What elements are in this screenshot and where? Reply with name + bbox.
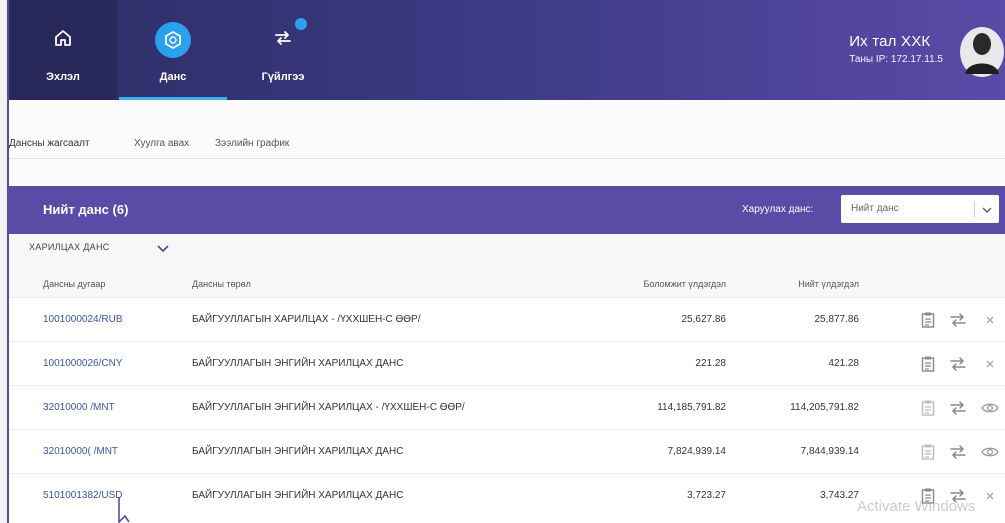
account-type: БАЙГУУЛЛАГЫН ХАРИЛЦАХ - /ҮХХШЕН-С ӨӨР/: [192, 314, 421, 325]
account-filter-value: Нийт данс: [851, 203, 899, 214]
table-row: 32010000( /MNT БАЙГУУЛЛАГЫН ЭНГИЙН ХАРИЛ…: [9, 429, 1005, 474]
top-navigation-bar: Эхлэл Данс Гүйлгээ Их тал ХХК Таны IP: 1…: [9, 0, 1005, 100]
total-balance: 421.28: [828, 358, 859, 369]
total-balance: 114,205,791.82: [790, 402, 859, 413]
total-balance: 7,844,939.14: [800, 446, 859, 457]
close-icon[interactable]: [981, 310, 999, 330]
home-icon: [49, 24, 77, 52]
transfer-icon[interactable]: [949, 354, 967, 374]
transfer-icon[interactable]: [949, 398, 967, 418]
statement-icon[interactable]: [919, 442, 937, 462]
account-number-link[interactable]: 32010000( /MNT: [43, 446, 118, 457]
account-filter-label: Харуулах данс:: [742, 204, 814, 215]
total-balance: 25,877.86: [814, 314, 860, 325]
statement-icon[interactable]: [919, 398, 937, 418]
panel-header: Нийт данс (6) Харуулах данс: Нийт данс: [9, 186, 1005, 234]
account-group-toggle[interactable]: ХАРИЛЦАХ ДАНС: [9, 234, 1005, 259]
table-row: 1001000026/CNY БАЙГУУЛЛАГЫН ЭНГИЙН ХАРИЛ…: [9, 341, 1005, 386]
tab-account-list[interactable]: Дансны жагсаалт: [9, 138, 90, 149]
column-total-balance: Нийт үлдэгдэл: [798, 279, 859, 289]
available-balance: 7,824,939.14: [667, 446, 726, 457]
account-number-link[interactable]: 1001000024/RUB: [43, 314, 123, 325]
table-row: 32010000 /MNT БАЙГУУЛЛАГЫН ЭНГИЙН ХАРИЛЦ…: [9, 385, 1005, 430]
transfer-icon: [269, 24, 297, 52]
nav-home-label: Эхлэл: [46, 71, 80, 83]
available-balance: 3,723.27: [687, 490, 726, 501]
tab-statement[interactable]: Хуулга авах: [134, 138, 189, 149]
group-label: ХАРИЛЦАХ ДАНС: [29, 242, 110, 252]
close-icon[interactable]: [981, 354, 999, 374]
account-type: БАЙГУУЛЛАГЫН ЭНГИЙН ХАРИЛЦАХ ДАНС: [192, 490, 404, 501]
mouse-cursor-icon: [118, 497, 130, 523]
transfer-icon[interactable]: [949, 310, 967, 330]
account-type: БАЙГУУЛЛАГЫН ЭНГИЙН ХАРИЛЦАХ - /ҮХХШЕН-С…: [192, 402, 465, 413]
table-header: Дансны дугаар Дансны төрөл Боломжит үлдэ…: [9, 259, 1005, 297]
statement-icon[interactable]: [919, 354, 937, 374]
available-balance: 114,185,791.82: [657, 402, 726, 413]
nav-transfer[interactable]: Гүйлгээ: [229, 0, 337, 100]
accounts-panel: Нийт данс (6) Харуулах данс: Нийт данс Х…: [9, 186, 1005, 523]
statement-icon[interactable]: [919, 310, 937, 330]
column-account-number: Дансны дугаар: [43, 279, 106, 289]
chevron-down-icon: [157, 241, 169, 253]
tab-loan-schedule[interactable]: Зээлийн график: [215, 138, 289, 149]
nav-home[interactable]: Эхлэл: [9, 0, 117, 100]
account-filter-select[interactable]: Нийт данс: [841, 195, 999, 223]
table-row: 5101001382/USD БАЙГУУЛЛАГЫН ЭНГИЙН ХАРИЛ…: [9, 473, 1005, 518]
os-activation-watermark: Activate Windows: [857, 498, 976, 515]
nav-transfer-label: Гүйлгээ: [261, 71, 305, 83]
nav-account[interactable]: Данс: [119, 0, 227, 100]
column-account-type: Дансны төрөл: [192, 279, 251, 289]
company-name: Их тал ХХК: [849, 33, 931, 50]
sub-tabs: Дансны жагсаалт Хуулга авах Зээлийн граф…: [9, 128, 1005, 159]
select-separator: [974, 201, 975, 217]
avatar[interactable]: [957, 22, 1005, 78]
column-available-balance: Боломжит үлдэгдэл: [643, 279, 726, 289]
active-tab-indicator: [119, 97, 227, 100]
account-number-link[interactable]: 32010000 /MNT: [43, 402, 115, 413]
eye-icon[interactable]: [981, 442, 999, 462]
account-number-link[interactable]: 1001000026/CNY: [43, 358, 123, 369]
account-icon: [155, 22, 191, 58]
available-balance: 25,627.86: [681, 314, 727, 325]
eye-icon[interactable]: [981, 398, 999, 418]
transfer-icon[interactable]: [949, 442, 967, 462]
ip-address: Таны IP: 172.17.11.5: [849, 54, 943, 65]
company-info: Их тал ХХК Таны IP: 172.17.11.5: [849, 33, 943, 65]
account-number-link[interactable]: 5101001382/USD: [43, 490, 123, 501]
panel-title: Нийт данс (6): [43, 202, 129, 217]
chevron-down-icon: [981, 203, 993, 215]
total-balance: 3,743.27: [820, 490, 859, 501]
table-row: 1001000024/RUB БАЙГУУЛЛАГЫН ХАРИЛЦАХ - /…: [9, 297, 1005, 342]
notification-badge: [295, 18, 307, 30]
available-balance: 221.28: [695, 358, 726, 369]
close-icon[interactable]: [981, 486, 999, 506]
nav-account-label: Данс: [159, 71, 187, 83]
account-type: БАЙГУУЛЛАГЫН ЭНГИЙН ХАРИЛЦАХ ДАНС: [192, 446, 404, 457]
account-type: БАЙГУУЛЛАГЫН ЭНГИЙН ХАРИЛЦАХ ДАНС: [192, 358, 404, 369]
divider: [9, 158, 1005, 159]
